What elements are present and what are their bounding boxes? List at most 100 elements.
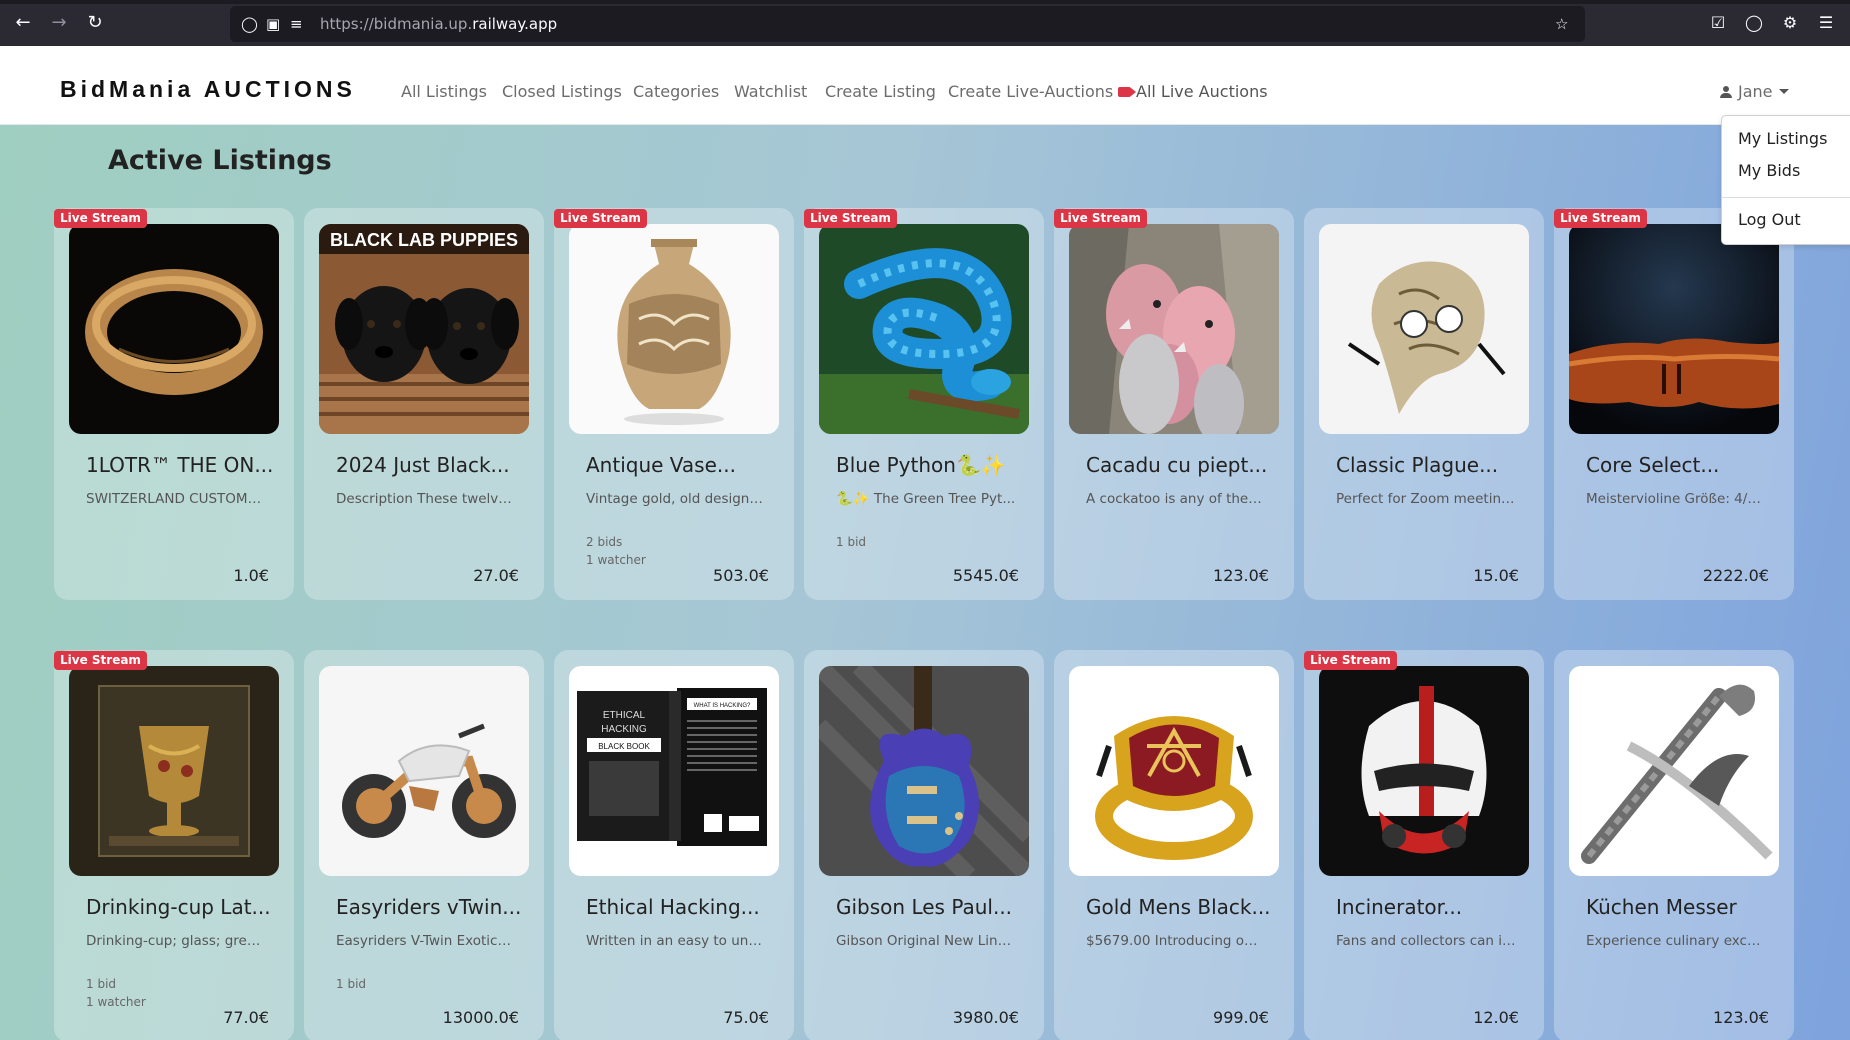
dropdown-log-out[interactable]: Log Out [1738,210,1801,229]
listing-title[interactable]: Cacadu cu piept... [1086,453,1286,477]
listing-image[interactable]: ETHICAL HACKING BLACK BOOK WHAT IS HACKING? [569,666,779,876]
listing-title[interactable]: Classic Plague... [1336,453,1536,477]
listing-card[interactable]: BLACK LAB PUPPIES 2024 Just Black... Desc… [304,208,544,600]
listing-price: 77.0€ [223,1008,269,1027]
listing-image[interactable] [1069,224,1279,434]
listing-title[interactable]: Küchen Messer [1586,895,1786,919]
reload-icon[interactable]: ↻ [84,12,106,34]
listing-title[interactable]: Ethical Hacking... [586,895,786,919]
listing-price: 999.0€ [1213,1008,1269,1027]
listing-title[interactable]: 1LOTR™ THE ON... [86,453,286,477]
listing-bid-count: 1 bid [86,977,117,991]
listing-image[interactable] [1569,666,1779,876]
nav-all-listings[interactable]: All Listings [401,82,487,101]
listing-card[interactable]: Easyriders vTwin... Easyriders V-Twin Exo… [304,650,544,1040]
user-menu-toggle[interactable]: Jane [1720,82,1789,101]
listing-price: 12.0€ [1473,1008,1519,1027]
listing-title[interactable]: Easyriders vTwin... [336,895,536,919]
listing-price: 123.0€ [1213,566,1269,585]
live-stream-badge: Live Stream [54,651,147,670]
nav-categories[interactable]: Categories [633,82,719,101]
listing-title[interactable]: Gold Mens Black... [1086,895,1286,919]
listing-card[interactable]: Küchen Messer Experience culinary excell.… [1554,650,1794,1040]
listing-title[interactable]: Blue Python🐍✨ [836,453,1036,477]
listing-watcher-count: 1 watcher [86,995,146,1009]
listing-card[interactable]: Classic Plague... Perfect for Zoom meetin… [1304,208,1544,600]
listing-card[interactable]: Antique Vase... Vintage gold, old design … [554,208,794,600]
site-navbar: BidMania AUCTIONS All Listings Closed Li… [0,46,1850,125]
listing-card[interactable]: Cacadu cu piept... A cockatoo is any of t… [1054,208,1294,600]
listing-price: 75.0€ [723,1008,769,1027]
live-stream-badge: Live Stream [1304,651,1397,670]
listing-card[interactable]: 1LOTR™ THE ON... SWITZERLAND CUSTOME... 1.… [54,208,294,600]
listing-image[interactable] [569,224,779,434]
dropdown-my-listings[interactable]: My Listings [1738,129,1827,148]
listing-card[interactable]: Incinerator... Fans and collectors can im… [1304,650,1544,1040]
listing-description: SWITZERLAND CUSTOME... [86,491,266,507]
listing-card[interactable]: Gold Mens Black... $5679.00 Introducing o… [1054,650,1294,1040]
listing-description: Meistervioline Größe: 4/4 ... [1586,491,1766,507]
listing-price: 503.0€ [713,566,769,585]
listing-image[interactable] [1069,666,1279,876]
listing-title[interactable]: Antique Vase... [586,453,786,477]
listing-card[interactable]: Blue Python🐍✨ 🐍✨ The Green Tree Pyt... 1 b… [804,208,1044,600]
nav-watchlist[interactable]: Watchlist [734,82,807,101]
shield-icon[interactable]: ◯ [241,14,258,34]
nav-all-live-auctions[interactable]: All Live Auctions [1118,82,1268,101]
url-text[interactable]: https://bidmania.up.railway.app [320,14,557,34]
extensions-icon[interactable]: ⚙ [1779,12,1801,34]
listing-image[interactable] [1319,224,1529,434]
listing-card[interactable]: Gibson Les Paul... Gibson Original New Li… [804,650,1044,1040]
listing-title[interactable]: Drinking-cup Lat... [86,895,286,919]
listing-title[interactable]: 2024 Just Black... [336,453,536,477]
pocket-icon[interactable]: ☑ [1707,12,1729,34]
listing-card[interactable]: Core Select... Meistervioline Größe: 4/4 … [1554,208,1794,600]
listing-description: Fans and collectors can im... [1336,933,1516,949]
forward-arrow-icon[interactable]: → [48,12,70,34]
user-name: Jane [1738,82,1773,101]
listing-price: 1.0€ [233,566,269,585]
listing-description: Experience culinary excell... [1586,933,1766,949]
live-stream-badge: Live Stream [554,209,647,228]
url-prefix: https://bidmania.up. [320,15,473,33]
listing-title[interactable]: Incinerator... [1336,895,1536,919]
listing-description: Perfect for Zoom meetings [1336,491,1516,507]
listing-image[interactable] [319,666,529,876]
menu-icon[interactable]: ☰ [1815,12,1837,34]
nav-create-listing[interactable]: Create Listing [825,82,936,101]
puppies-banner-text: BLACK LAB PUPPIES [330,230,518,250]
listing-description: Vintage gold, old design A... [586,491,766,507]
listing-price: 123.0€ [1713,1008,1769,1027]
live-stream-badge: Live Stream [1054,209,1147,228]
brand-logo[interactable]: BidMania AUCTIONS [60,76,356,103]
listing-description: $5679.00 Introducing our ... [1086,933,1266,949]
listing-image[interactable] [69,666,279,876]
dropdown-divider [1722,197,1850,198]
user-icon [1720,86,1732,98]
listing-bid-count: 2 bids [586,535,623,549]
listing-title[interactable]: Gibson Les Paul... [836,895,1036,919]
listing-description: Written in an easy to unde... [586,933,766,949]
nav-closed-listings[interactable]: Closed Listings [502,82,622,101]
nav-create-live-auctions[interactable]: Create Live-Auctions [948,82,1113,101]
listing-card[interactable]: Drinking-cup Lat... Drinking-cup; glass; … [54,650,294,1040]
account-icon[interactable]: ◯ [1743,12,1765,34]
page-title: Active Listings [108,145,332,176]
dropdown-my-bids[interactable]: My Bids [1738,161,1800,180]
live-stream-badge: Live Stream [54,209,147,228]
site-settings-icon[interactable]: ≡ [290,14,303,34]
listing-image[interactable] [69,224,279,434]
address-bar[interactable]: ◯ ▣ ≡ https://bidmania.up.railway.app ☆ [230,6,1585,42]
lock-icon[interactable]: ▣ [266,14,280,34]
listing-image[interactable] [1319,666,1529,876]
listing-image[interactable] [1569,224,1779,434]
back-arrow-icon[interactable]: ← [12,12,34,34]
listing-description: Description These twelve ... [336,491,516,507]
star-icon[interactable]: ☆ [1555,14,1568,34]
listing-title[interactable]: Core Select... [1586,453,1786,477]
listing-card[interactable]: ETHICAL HACKING BLACK BOOK WHAT IS HACKING?… [554,650,794,1040]
listing-image[interactable] [819,666,1029,876]
listing-image[interactable] [819,224,1029,434]
listing-image[interactable]: BLACK LAB PUPPIES [319,224,529,434]
book-title-line-1: ETHICAL [603,710,646,721]
